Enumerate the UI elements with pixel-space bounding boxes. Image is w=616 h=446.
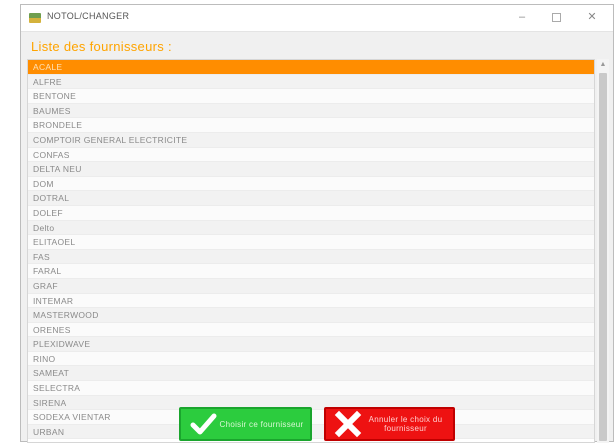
window-title: NOTOL/CHANGER (47, 11, 130, 21)
cancel-choice-button[interactable]: Annuler le choix du fournisseur (324, 407, 455, 441)
supplier-list-item[interactable]: COMPTOIR GENERAL ELECTRICITE (28, 132, 594, 148)
supplier-list-item[interactable]: CONFAS (28, 147, 594, 163)
supplier-list-item[interactable]: INTEMAR (28, 293, 594, 309)
supplier-list-item[interactable]: ELITAOEL (28, 235, 594, 250)
supplier-list-item[interactable]: DELTA NEU (28, 162, 594, 177)
choose-supplier-button[interactable]: Choisir ce fournisseur (179, 407, 312, 441)
supplier-list-item[interactable]: BRONDELE (28, 118, 594, 133)
supplier-list-item[interactable]: DOLEF (28, 205, 594, 221)
supplier-list-item[interactable]: FARAL (28, 264, 594, 279)
minimize-icon: – (518, 11, 526, 23)
supplier-list-item[interactable]: BENTONE (28, 89, 594, 104)
minimize-button[interactable]: – (507, 5, 537, 31)
supplier-list-item[interactable]: ORENES (28, 322, 594, 338)
supplier-list-item[interactable]: FAS (28, 249, 594, 265)
supplier-list-item[interactable]: ALFRE (28, 74, 594, 90)
choose-supplier-label: Choisir ce fournisseur (219, 419, 304, 429)
close-button[interactable]: ✕ (577, 5, 607, 31)
supplier-list-item[interactable]: PLEXIDWAVE (28, 337, 594, 352)
maximize-button[interactable] (541, 5, 571, 31)
supplier-list-item[interactable]: SAMEAT (28, 366, 594, 382)
list-scrollbar[interactable]: ▲ (597, 59, 609, 443)
supplier-list-item[interactable]: DOTRAL (28, 191, 594, 206)
scroll-thumb[interactable] (599, 73, 607, 441)
supplier-list-item[interactable]: SELECTRA (28, 381, 594, 396)
supplier-list-item[interactable]: GRAF (28, 278, 594, 294)
cancel-choice-label: Annuler le choix du fournisseur (368, 415, 443, 433)
supplier-list-item[interactable]: MASTERWOOD (28, 308, 594, 323)
supplier-dialog-window: NOTOL/CHANGER – ✕ Liste des fournisseurs… (20, 4, 614, 443)
supplier-list-item[interactable]: Delto (28, 220, 594, 236)
app-icon (29, 13, 41, 23)
supplier-list-item[interactable]: RINO (28, 351, 594, 367)
maximize-icon (551, 12, 561, 22)
supplier-list[interactable]: ACALE ALFRE BENTONE BAUMES BRONDELE COMPTOIR … (27, 59, 595, 443)
close-icon: ✕ (587, 11, 597, 23)
supplier-list-item[interactable]: ACALE (28, 60, 594, 75)
supplier-list-item[interactable]: DOM (28, 176, 594, 192)
cross-icon (334, 410, 362, 438)
supplier-list-item[interactable]: BAUMES (28, 103, 594, 119)
check-icon (190, 413, 217, 435)
scroll-up-icon[interactable]: ▲ (597, 61, 609, 68)
title-bar: NOTOL/CHANGER – ✕ (21, 5, 613, 32)
list-heading: Liste des fournisseurs : (31, 39, 172, 54)
